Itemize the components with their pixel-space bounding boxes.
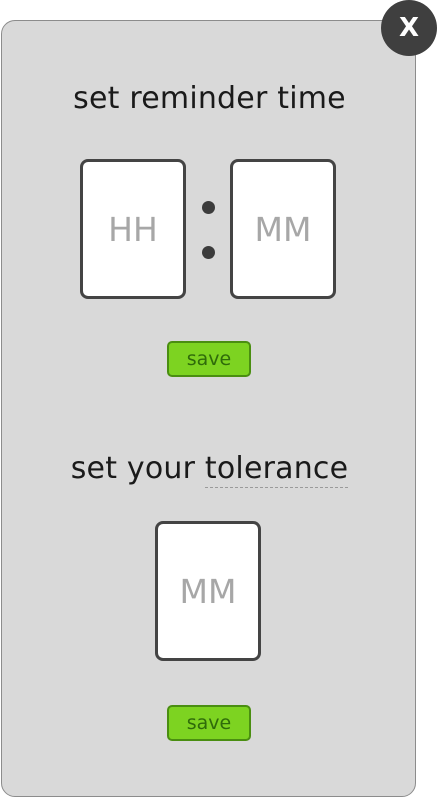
close-button[interactable]: X: [381, 0, 437, 56]
save-tolerance-button[interactable]: save: [167, 705, 251, 741]
tolerance-heading: set your tolerance: [2, 451, 417, 488]
tolerance-minutes-input[interactable]: [155, 521, 261, 661]
tolerance-heading-prefix: set your: [70, 451, 205, 486]
time-separator: [200, 201, 218, 261]
reminder-settings-panel: set reminder time save set your toleranc…: [1, 20, 416, 797]
tolerance-term[interactable]: tolerance: [204, 451, 349, 488]
close-icon: X: [398, 13, 420, 43]
colon-dot-bottom: [202, 246, 215, 259]
colon-dot-top: [202, 201, 215, 214]
minutes-input[interactable]: [230, 159, 336, 299]
save-reminder-button[interactable]: save: [167, 341, 251, 377]
hours-input[interactable]: [80, 159, 186, 299]
reminder-time-heading: set reminder time: [73, 81, 346, 116]
